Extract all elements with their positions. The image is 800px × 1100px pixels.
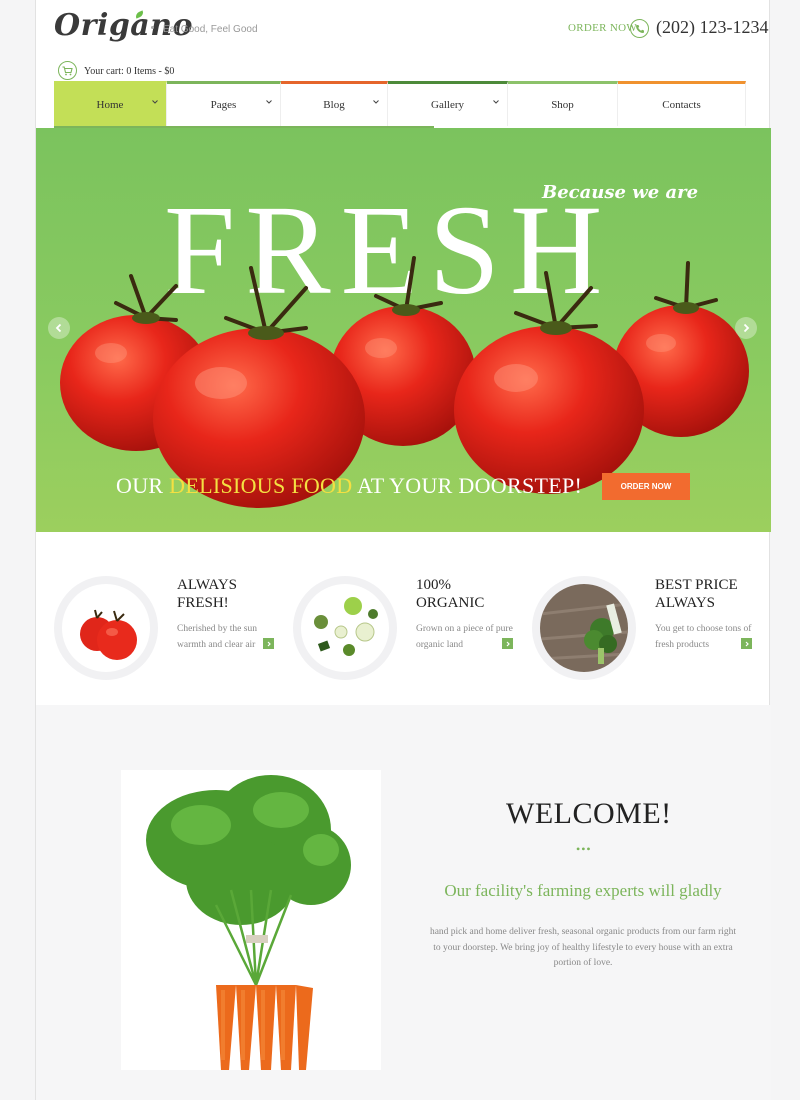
phone-number[interactable]: (202) 123-1234 — [656, 17, 768, 38]
main-nav: Home Pages Blog Gallery Shop Contacts — [54, 81, 746, 126]
welcome-subtitle: Our facility's farming experts will glad… — [444, 881, 722, 900]
phone-icon[interactable] — [630, 19, 649, 38]
feature-title-line: ALWAYS — [655, 595, 716, 611]
feature-title-line: ORGANIC — [416, 595, 485, 611]
welcome-title: WELCOME! — [506, 797, 672, 830]
hero-tagline-part1: OUR — [116, 473, 170, 498]
hero-tagline-part2: AT YOUR DOORSTEP! — [352, 473, 583, 498]
tomatoes-image — [60, 256, 749, 508]
slider-next-arrow[interactable] — [735, 317, 757, 339]
feature-title: 100% ORGANIC — [416, 576, 526, 612]
nav-label: Contacts — [662, 99, 701, 111]
nav-item-home[interactable]: Home — [54, 81, 167, 126]
chevron-down-icon — [493, 100, 499, 104]
feature-title-line: FRESH! — [177, 595, 229, 611]
vegetables-icon — [301, 584, 389, 672]
tagline: Eat Good, Feel Good — [163, 24, 258, 35]
hero-tagline: OUR DELISIOUS FOOD AT YOUR DOORSTEP! — [116, 473, 582, 499]
hero-order-button[interactable]: ORDER NOW — [602, 473, 690, 500]
nav-item-gallery[interactable]: Gallery — [388, 81, 508, 126]
feature-arrow-icon[interactable] — [502, 638, 513, 649]
feature-title: ALWAYS FRESH! — [177, 576, 287, 612]
feature-always-fresh: ALWAYS FRESH! Cherished by the sun warmth… — [54, 576, 284, 686]
chevron-down-icon — [373, 100, 379, 104]
cart-summary[interactable]: Your cart: 0 Items - $0 — [84, 66, 174, 77]
feature-title-line: BEST PRICE — [655, 577, 738, 593]
welcome-section: WELCOME! ••• Our facility's farming expe… — [36, 705, 771, 1100]
order-now-link[interactable]: ORDER NOW — [568, 22, 637, 34]
nav-item-shop[interactable]: Shop — [508, 81, 618, 126]
nav-label: Gallery — [431, 99, 464, 111]
feature-arrow-icon[interactable] — [741, 638, 752, 649]
feature-image-frame — [54, 576, 158, 680]
feature-title: BEST PRICE ALWAYS — [655, 576, 765, 612]
tomato-icon — [62, 584, 150, 672]
nav-label: Blog — [323, 99, 345, 111]
chevron-down-icon — [152, 100, 158, 104]
feature-title-line: ALWAYS — [177, 577, 238, 593]
welcome-body: hand pick and home deliver fresh, season… — [429, 927, 737, 968]
feature-title-line: 100% — [416, 577, 451, 593]
nav-item-pages[interactable]: Pages — [167, 81, 281, 126]
nav-label: Home — [96, 99, 124, 111]
hero-tagline-highlight: DELISIOUS FOOD — [169, 473, 353, 498]
broccoli-icon — [540, 584, 628, 672]
page: Origano Eat Good, Feel Good ORDER NOW (2… — [35, 0, 771, 1100]
separator-dot — [151, 26, 154, 29]
nav-label: Shop — [551, 99, 574, 111]
carrots-image — [121, 770, 381, 1070]
nav-item-blog[interactable]: Blog — [281, 81, 388, 126]
feature-best-price: BEST PRICE ALWAYS You get to choose tons … — [532, 576, 762, 686]
nav-item-contacts[interactable]: Contacts — [618, 81, 746, 126]
feature-image-frame — [532, 576, 636, 680]
nav-label: Pages — [210, 99, 237, 111]
cart-icon[interactable] — [58, 61, 77, 80]
hero-slider: FRESH Because we are OUR DELISIOUS FOOD … — [36, 128, 771, 532]
chevron-down-icon — [266, 100, 272, 104]
welcome-divider: ••• — [576, 842, 592, 856]
feature-image-frame — [293, 576, 397, 680]
slider-prev-arrow[interactable] — [48, 317, 70, 339]
feature-arrow-icon[interactable] — [263, 638, 274, 649]
feature-organic: 100% ORGANIC Grown on a piece of pure org… — [293, 576, 523, 686]
